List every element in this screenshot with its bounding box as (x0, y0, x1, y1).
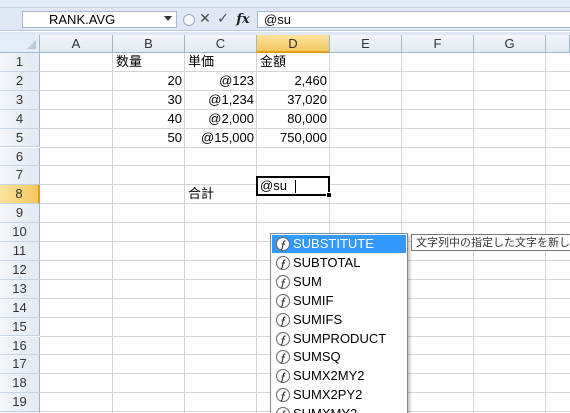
autocomplete-item-label: SUBTOTAL (293, 254, 361, 270)
row-header-5[interactable]: 5 (0, 128, 40, 148)
resize-handle-icon[interactable] (183, 14, 195, 26)
autocomplete-item[interactable]: SUMIFS (272, 311, 406, 329)
cell-b2[interactable]: 20 (113, 72, 185, 90)
cell-c3[interactable]: @1,234 (185, 91, 257, 109)
grid-line (40, 165, 570, 167)
row-header-12[interactable]: 12 (0, 260, 40, 280)
cell-d1[interactable]: 金額 (257, 54, 330, 72)
column-header-b[interactable]: B (113, 35, 185, 53)
grid-line (473, 53, 474, 413)
row-header-11[interactable]: 11 (0, 242, 40, 261)
active-cell-value: @su (260, 178, 287, 193)
name-box[interactable]: RANK.AVG (22, 11, 177, 28)
row-header-1[interactable]: 1 (0, 53, 40, 72)
grid-line (40, 222, 570, 224)
autocomplete-item[interactable]: SUMX2MY2 (272, 367, 406, 385)
cell-d5[interactable]: 750,000 (257, 129, 330, 147)
formula-bar: RANK.AVG ✕ ✓ fx @su (0, 8, 570, 31)
function-icon (276, 312, 290, 327)
chevron-down-icon[interactable] (164, 16, 172, 21)
ribbon-remnant (0, 0, 570, 8)
autocomplete-item[interactable]: SUMIF (272, 292, 406, 310)
row-header-10[interactable]: 10 (0, 223, 40, 242)
cell-d4[interactable]: 80,000 (257, 110, 330, 128)
cell-b1[interactable]: 数量 (113, 54, 185, 72)
column-header-g[interactable]: G (474, 35, 546, 53)
function-icon (276, 407, 290, 413)
function-icon (276, 255, 290, 270)
autocomplete-item-label: SUM (293, 273, 322, 289)
autocomplete-item[interactable]: SUBSTITUTE (272, 235, 406, 253)
enter-check-icon[interactable]: ✓ (214, 11, 232, 28)
autocomplete-item-label: SUBSTITUTE (293, 236, 374, 251)
autocomplete-item-label: SUMXMY2 (293, 405, 357, 413)
cancel-icon[interactable]: ✕ (196, 11, 214, 28)
formula-input[interactable]: @su (257, 11, 570, 28)
autocomplete-item-label: SUMIFS (293, 311, 343, 327)
formula-input-value: @su (264, 12, 291, 27)
grid-line (40, 203, 570, 205)
cell-c2[interactable]: @123 (185, 72, 257, 90)
autocomplete-item-label: SUMIF (293, 292, 334, 308)
column-header-a[interactable]: A (40, 35, 113, 53)
autocomplete-item[interactable]: SUMXMY2 (272, 405, 406, 413)
column-header-e[interactable]: E (330, 35, 402, 53)
function-icon (276, 331, 290, 346)
cell-c4[interactable]: @2,000 (185, 110, 257, 128)
column-header-d[interactable]: D (257, 35, 330, 53)
row-header-15[interactable]: 15 (0, 317, 40, 337)
fill-handle[interactable] (326, 192, 332, 198)
autocomplete-item[interactable]: SUMSQ (272, 348, 406, 366)
autocomplete-item-label: SUMX2MY2 (293, 368, 365, 384)
function-icon (276, 350, 290, 365)
autocomplete-item-label: SUMX2PY2 (293, 387, 363, 403)
function-icon (276, 293, 290, 308)
name-box-value: RANK.AVG (49, 12, 116, 27)
row-header-16[interactable]: 16 (0, 336, 40, 356)
autocomplete-item[interactable]: SUM (272, 273, 406, 291)
function-icon (276, 274, 290, 289)
select-all-icon (27, 40, 36, 49)
row-header-9[interactable]: 9 (0, 204, 40, 224)
spreadsheet-grid[interactable]: ABCDEFG 1234567891011121314151617181920 … (0, 35, 570, 413)
cell-c1[interactable]: 単価 (185, 54, 257, 72)
function-icon (276, 388, 290, 403)
row-header-7[interactable]: 7 (0, 166, 40, 186)
row-header-3[interactable]: 3 (0, 90, 40, 110)
select-all-button[interactable] (0, 35, 40, 53)
function-tooltip: 文字列中の指定した文字を新しい文字で置き換えます。 (411, 234, 570, 251)
active-cell-editor[interactable]: @su (256, 176, 330, 196)
text-caret (295, 180, 296, 193)
autocomplete-item-label: SUMSQ (293, 349, 341, 365)
autocomplete-item[interactable]: SUBTOTAL (272, 254, 406, 272)
function-autocomplete-list: SUBSTITUTE SUBTOTAL SUM SUMIF SUMIFS SUMPRODU… (270, 233, 408, 413)
column-header-c[interactable]: C (185, 35, 257, 53)
column-header-partial[interactable] (546, 35, 570, 53)
function-icon (276, 369, 290, 384)
insert-function-icon[interactable]: fx (234, 11, 252, 28)
cell-b4[interactable]: 40 (113, 110, 185, 128)
row-header-14[interactable]: 14 (0, 298, 40, 318)
function-icon (276, 237, 290, 251)
cell-b5[interactable]: 50 (113, 129, 185, 147)
row-header-13[interactable]: 13 (0, 279, 40, 299)
row-header-2[interactable]: 2 (0, 71, 40, 91)
column-header-f[interactable]: F (402, 35, 474, 53)
row-header-18[interactable]: 18 (0, 374, 40, 394)
row-header-17[interactable]: 17 (0, 355, 40, 375)
row-header-8[interactable]: 8 (0, 185, 40, 205)
row-header-4[interactable]: 4 (0, 109, 40, 129)
cell-c5[interactable]: @15,000 (185, 129, 257, 147)
cell-b3[interactable]: 30 (113, 91, 185, 109)
autocomplete-item[interactable]: SUMPRODUCT (272, 330, 406, 348)
cell-d2[interactable]: 2,460 (257, 72, 330, 90)
cell-c8[interactable]: 合計 (185, 186, 257, 204)
grid-line (545, 53, 546, 413)
row-header-19[interactable]: 19 (0, 393, 40, 413)
autocomplete-item[interactable]: SUMX2PY2 (272, 386, 406, 404)
row-header-6[interactable]: 6 (0, 147, 40, 167)
autocomplete-item-label: SUMPRODUCT (293, 330, 387, 346)
cell-d3[interactable]: 37,020 (257, 91, 330, 109)
